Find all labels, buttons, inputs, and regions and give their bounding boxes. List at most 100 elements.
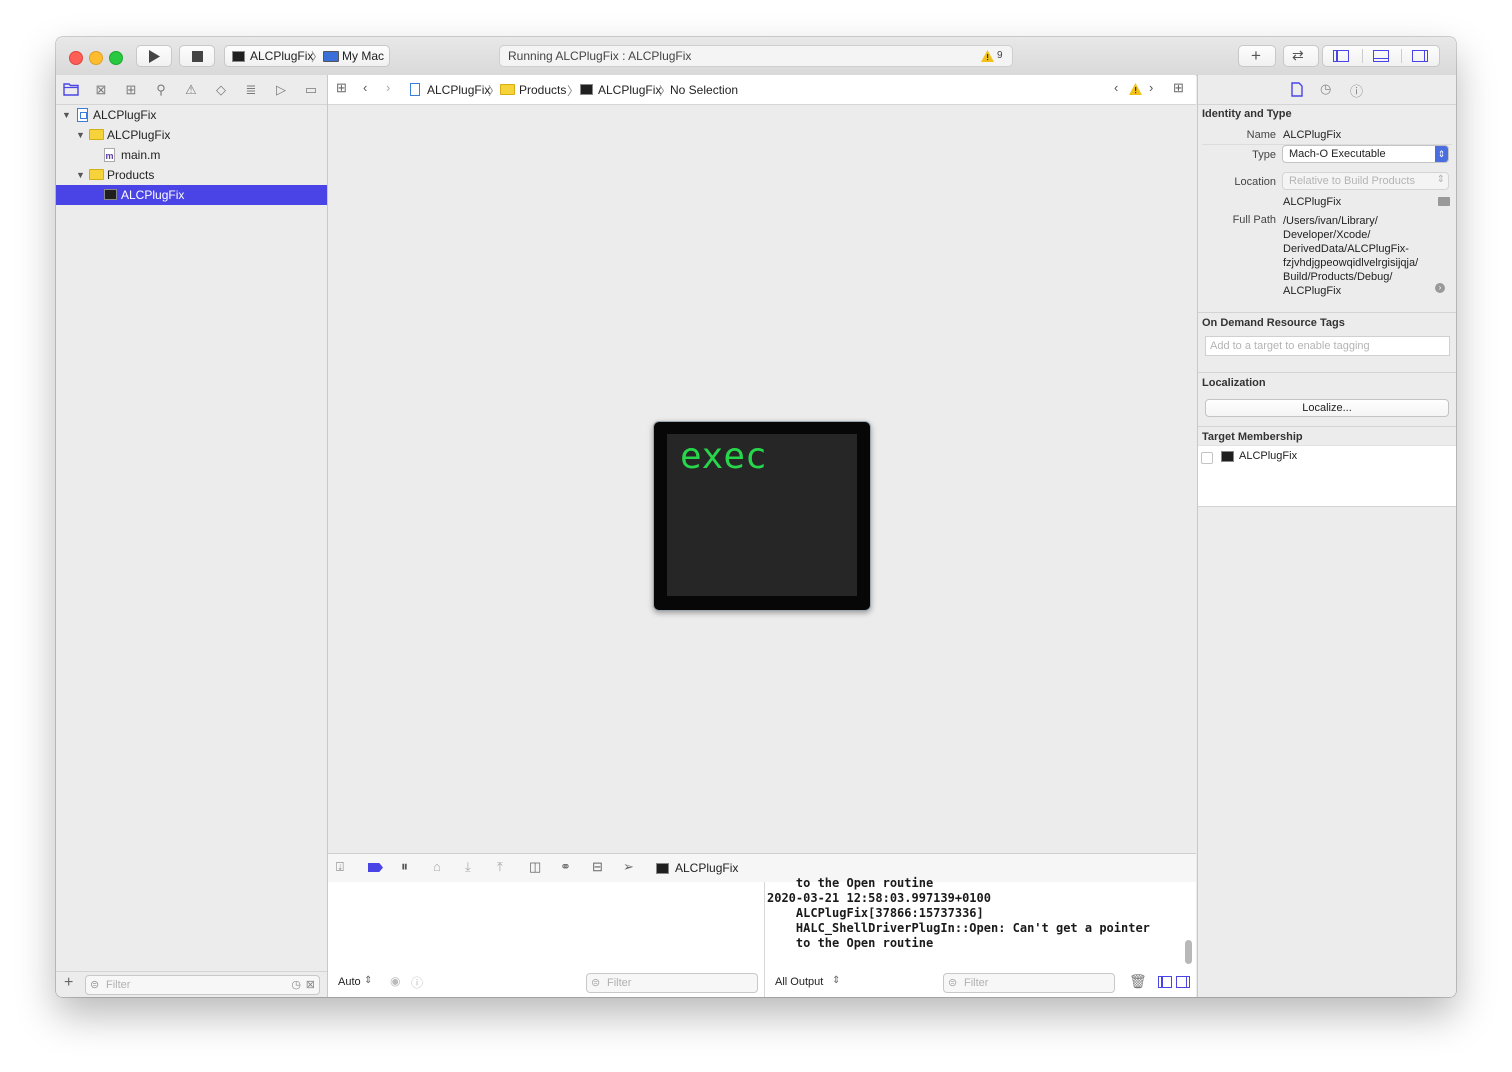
odr-placeholder: Add to a target to enable tagging xyxy=(1210,340,1370,352)
recent-filter-icon[interactable]: ◷ xyxy=(291,976,301,994)
console-scrollbar[interactable] xyxy=(1185,940,1192,964)
membership-checkbox[interactable] xyxy=(1201,452,1213,464)
localization-section-header: Localization xyxy=(1202,377,1266,389)
odr-tags-field: Add to a target to enable tagging xyxy=(1205,336,1450,356)
popup-arrows-icon: ⇕ xyxy=(364,975,373,986)
test-icon[interactable]: ◇ xyxy=(213,82,229,98)
library-button[interactable]: + xyxy=(1238,45,1276,67)
show-console-button[interactable] xyxy=(1176,976,1190,988)
filter-icon: ⊜ xyxy=(591,977,601,989)
code-review-button[interactable]: ⇄ xyxy=(1283,45,1319,67)
report-icon[interactable]: ▭ xyxy=(303,82,319,98)
tree-row-project[interactable]: ▼ ALCPlugFix xyxy=(56,105,327,125)
name-value[interactable]: ALCPlugFix xyxy=(1283,129,1341,141)
output-mode-popup[interactable]: All Output xyxy=(775,976,823,988)
step-into-icon[interactable]: ⤓ xyxy=(465,859,471,875)
source-control-icon[interactable]: ⊠ xyxy=(93,82,109,98)
pause-icon[interactable]: ⏸ xyxy=(401,858,408,875)
popup-arrows-icon: ⇕ xyxy=(1435,146,1448,162)
executable-icon xyxy=(104,189,117,200)
folder-icon[interactable] xyxy=(63,82,79,98)
warning-count: 9 xyxy=(997,50,1003,61)
identity-section-header: Identity and Type xyxy=(1202,108,1292,120)
debug-icon[interactable]: ≣ xyxy=(243,82,259,98)
tree-row-file[interactable]: m main.m xyxy=(56,145,327,165)
right-panel-icon xyxy=(1423,51,1425,61)
toggle-debug-area-button[interactable] xyxy=(1373,50,1389,62)
memory-graph-icon[interactable]: ⚭ xyxy=(560,859,571,875)
breakpoints-toggle-icon[interactable] xyxy=(368,863,383,872)
issue-icon[interactable]: ⚠ xyxy=(183,82,199,98)
console-line: to the Open routine xyxy=(767,936,934,950)
breakpoint-icon[interactable]: ▷ xyxy=(273,82,289,98)
view-debugger-icon[interactable]: ◫ xyxy=(529,859,541,875)
left-panel-icon xyxy=(1336,51,1338,61)
disclosure-triangle-icon[interactable]: ▼ xyxy=(76,171,85,180)
file-inspector-icon[interactable] xyxy=(1291,82,1303,97)
path-line: DerivedData/ALCPlugFix- xyxy=(1283,243,1409,255)
step-out-icon[interactable]: ⤒ xyxy=(497,859,503,875)
jump-path-selection[interactable]: No Selection xyxy=(670,83,738,97)
minimize-window-button[interactable] xyxy=(89,51,103,65)
reveal-folder-icon[interactable] xyxy=(1438,197,1450,206)
tree-label: Products xyxy=(107,168,155,182)
symbol-icon[interactable]: ⊞ xyxy=(123,82,139,98)
environment-overrides-icon[interactable]: ⊟ xyxy=(592,859,603,875)
navigator-filter-input[interactable]: ⊜ Filter ◷ ⊠ xyxy=(85,975,320,995)
toggle-inspector-button[interactable] xyxy=(1412,50,1428,62)
localize-button[interactable]: Localize... xyxy=(1205,399,1449,417)
location-label: Location xyxy=(1234,176,1276,188)
add-icon[interactable]: + xyxy=(64,974,73,992)
jump-path-group[interactable]: Products xyxy=(519,83,566,97)
stop-icon xyxy=(192,51,203,62)
warning-icon[interactable] xyxy=(1129,83,1142,95)
warning-icon[interactable] xyxy=(981,50,994,62)
jump-path-file[interactable]: ALCPlugFix xyxy=(598,83,661,97)
step-over-icon[interactable]: ⌂ xyxy=(433,859,441,874)
find-icon[interactable]: ⚲ xyxy=(153,82,169,98)
back-icon[interactable]: ‹ xyxy=(363,80,367,95)
hide-debug-area-icon[interactable]: ⍗ xyxy=(336,859,344,875)
tree-row-products[interactable]: ▼ Products xyxy=(56,165,327,185)
location-icon[interactable]: ➢ xyxy=(623,859,634,875)
tree-row-group[interactable]: ▼ ALCPlugFix xyxy=(56,125,327,145)
jump-path-project[interactable]: ALCPlugFix xyxy=(427,83,490,97)
history-inspector-icon[interactable]: ◷ xyxy=(1320,81,1331,97)
mac-icon xyxy=(323,51,339,62)
scheme-selector[interactable]: ALCPlugFix 〉 My Mac xyxy=(224,45,390,67)
panel-toggle-group xyxy=(1322,45,1440,67)
type-label: Type xyxy=(1252,149,1276,161)
related-items-icon[interactable]: ⊞ xyxy=(336,80,347,96)
variables-filter-input[interactable]: ⊜ Filter xyxy=(586,973,758,993)
info-icon[interactable]: ⓘ xyxy=(411,974,423,991)
chevron-right-icon: 〉 xyxy=(488,84,501,98)
close-window-button[interactable] xyxy=(69,51,83,65)
exec-label: exec xyxy=(680,436,767,477)
console-filter-input[interactable]: ⊜ Filter xyxy=(943,973,1115,993)
disclosure-triangle-icon[interactable]: ▼ xyxy=(76,131,85,140)
toggle-navigator-button[interactable] xyxy=(1333,50,1349,62)
show-variables-button[interactable] xyxy=(1158,976,1172,988)
activity-status: Running ALCPlugFix : ALCPlugFix xyxy=(508,49,692,63)
type-popup[interactable]: Mach-O Executable ⇕ xyxy=(1282,145,1449,163)
executable-icon xyxy=(1221,451,1234,462)
trash-icon[interactable]: 🗑 xyxy=(1129,973,1147,990)
run-button[interactable] xyxy=(136,45,172,67)
disclosure-triangle-icon[interactable]: ▼ xyxy=(62,111,71,120)
variables-mode-popup[interactable]: Auto xyxy=(338,976,361,988)
stop-button[interactable] xyxy=(179,45,215,67)
add-editor-icon[interactable]: ⊞ xyxy=(1173,80,1184,96)
tree-row-executable[interactable]: ALCPlugFix xyxy=(56,185,327,205)
zoom-window-button[interactable] xyxy=(109,51,123,65)
name-label: Name xyxy=(1246,129,1276,141)
help-inspector-icon[interactable]: ⓘ xyxy=(1350,81,1363,100)
executable-icon xyxy=(580,84,593,95)
eye-icon[interactable]: ◉ xyxy=(390,974,400,988)
scm-filter-icon[interactable]: ⊠ xyxy=(306,976,315,994)
next-issue-icon[interactable]: › xyxy=(1149,80,1153,95)
forward-icon[interactable]: › xyxy=(386,80,390,95)
odr-section-header: On Demand Resource Tags xyxy=(1202,317,1345,329)
reveal-in-finder-icon[interactable]: › xyxy=(1435,283,1445,293)
previous-issue-icon[interactable]: ‹ xyxy=(1114,80,1118,95)
chevron-right-icon: 〉 xyxy=(311,50,324,64)
